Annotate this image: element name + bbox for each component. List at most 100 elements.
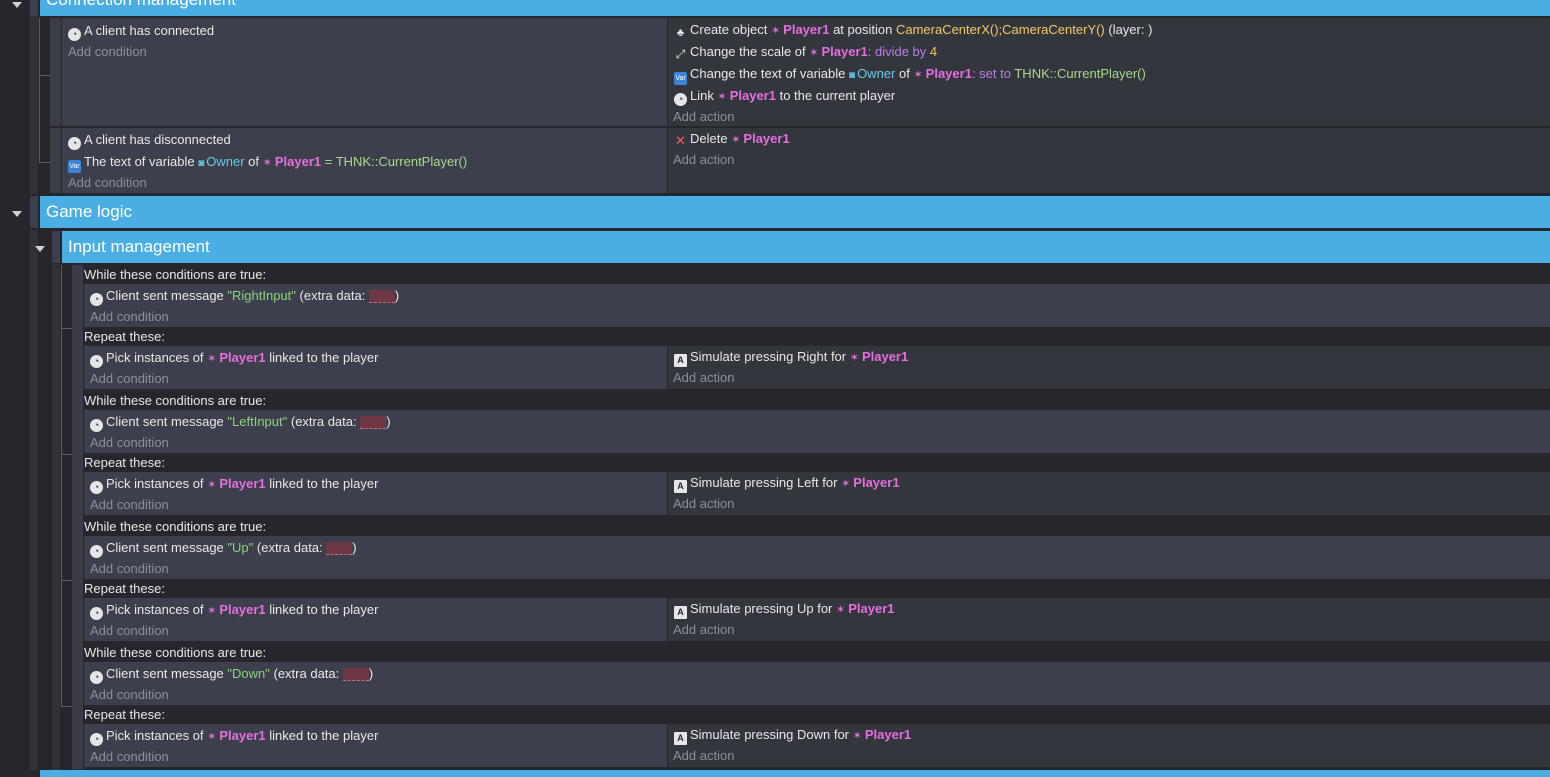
- group-title: Input management: [68, 237, 210, 256]
- condition-text: ): [352, 540, 357, 555]
- scale-icon: ⤢: [675, 47, 686, 61]
- action-row-simulate[interactable]: A Simulate pressing Right for ✶ Player1: [674, 347, 908, 367]
- network-icon: ◔: [90, 671, 103, 684]
- add-action-link[interactable]: Add action: [673, 368, 734, 388]
- add-condition-link[interactable]: Add condition: [90, 747, 169, 767]
- add-condition-link[interactable]: Add condition: [90, 559, 169, 579]
- collapse-arrow-icon[interactable]: [12, 2, 22, 8]
- add-condition-link[interactable]: Add condition: [90, 495, 169, 515]
- operator: : divide by: [867, 44, 927, 59]
- add-condition-link[interactable]: Add condition: [90, 685, 169, 705]
- event-handle[interactable]: [72, 265, 83, 391]
- action-row-delete[interactable]: ✕ Delete ✶ Player1: [674, 129, 790, 149]
- group-header-game-logic[interactable]: Game logic: [40, 196, 1550, 228]
- condition-row[interactable]: ◔ Client sent message "Down" (extra data:…: [90, 664, 373, 684]
- add-condition-link[interactable]: Add condition: [68, 173, 147, 193]
- action-row-simulate[interactable]: A Simulate pressing Up for ✶ Player1: [674, 599, 894, 619]
- add-action-link[interactable]: Add action: [673, 107, 734, 127]
- action-text: Delete: [690, 131, 728, 146]
- delete-icon: ✕: [675, 133, 686, 148]
- sprite-icon: ✶: [207, 605, 217, 617]
- condition-row[interactable]: ◔ Client sent message "RightInput" (extra…: [90, 286, 399, 306]
- event-handle[interactable]: [50, 128, 61, 193]
- event-handle[interactable]: [50, 18, 61, 126]
- action-text: Simulate pressing: [690, 727, 794, 742]
- group-header-input[interactable]: Input management: [62, 231, 1550, 263]
- repeat-label: Repeat these:: [84, 455, 165, 470]
- keyboard-icon: A: [674, 354, 687, 367]
- condition-text: Client sent message: [106, 666, 224, 681]
- condition-row[interactable]: ◔ A client has connected: [68, 21, 214, 41]
- action-row-simulate[interactable]: A Simulate pressing Down for ✶ Player1: [674, 725, 911, 745]
- empty-parameter[interactable]: [326, 542, 353, 556]
- condition-row[interactable]: ◔ A client has disconnected: [68, 130, 231, 150]
- sprite-icon: ✶: [262, 157, 272, 169]
- object-name: Player1: [925, 66, 972, 81]
- event-handle[interactable]: [72, 643, 83, 769]
- event-actions[interactable]: [668, 128, 1550, 193]
- action-row-simulate[interactable]: A Simulate pressing Left for ✶ Player1: [674, 473, 900, 493]
- gutter: [30, 230, 38, 770]
- add-action-link[interactable]: Add action: [673, 746, 734, 766]
- keyboard-icon: A: [674, 606, 687, 619]
- action-row-create[interactable]: ♣ Create object ✶ Player1 at position Came…: [674, 20, 1153, 40]
- collapse-arrow-icon[interactable]: [35, 246, 45, 252]
- object-name: Player1: [853, 475, 900, 490]
- sprite-icon: ✶: [770, 25, 781, 37]
- group-handle[interactable]: [30, 196, 38, 228]
- action-row-link[interactable]: ◔ Link ✶ Player1 to the current player: [674, 86, 895, 106]
- message-name: "LeftInput": [227, 414, 288, 429]
- add-condition-link[interactable]: Add condition: [90, 433, 169, 453]
- sprite-icon: ✶: [207, 731, 217, 743]
- action-text: Create object: [690, 22, 768, 37]
- message-name: "RightInput": [227, 288, 296, 303]
- collapse-arrow-icon[interactable]: [12, 211, 22, 217]
- event-handle[interactable]: [72, 391, 83, 517]
- condition-text: Pick instances of: [106, 476, 204, 491]
- condition-text: of: [248, 154, 259, 169]
- action-text: Simulate pressing: [690, 349, 794, 364]
- expression: CameraCenterX();CameraCenterY(): [895, 22, 1105, 37]
- empty-parameter[interactable]: [368, 290, 395, 304]
- network-icon: ◔: [68, 137, 81, 150]
- sprite-icon: ✶: [809, 47, 819, 59]
- action-row-text[interactable]: Var Change the text of variable ◙ Owner of…: [674, 64, 1146, 85]
- object-name: Player1: [783, 22, 830, 37]
- add-action-link[interactable]: Add action: [673, 150, 734, 170]
- add-condition-link[interactable]: Add condition: [68, 42, 147, 62]
- variable-name: Owner: [206, 154, 245, 169]
- add-action-link[interactable]: Add action: [673, 494, 734, 514]
- group-header-connection[interactable]: Connection management: [40, 0, 1550, 16]
- sprite-icon: ✶: [836, 604, 846, 616]
- add-action-link[interactable]: Add action: [673, 620, 734, 640]
- condition-row[interactable]: ◔ Pick instances of ✶ Player1 linked to th…: [90, 348, 378, 368]
- condition-text: The text of variable: [84, 154, 195, 169]
- empty-parameter[interactable]: [360, 416, 387, 430]
- network-icon: ◔: [90, 545, 103, 558]
- event-handle[interactable]: [72, 517, 83, 643]
- sprite-icon: ✶: [207, 353, 217, 365]
- condition-row[interactable]: ◔ Client sent message "Up" (extra data: ): [90, 538, 357, 558]
- network-icon: ◔: [674, 93, 687, 106]
- condition-text: (extra data:: [290, 414, 357, 429]
- condition-row[interactable]: ◔ Pick instances of ✶ Player1 linked to th…: [90, 600, 378, 620]
- empty-parameter[interactable]: [342, 668, 369, 682]
- expression: THNK::CurrentPlayer(): [1014, 66, 1146, 81]
- condition-row[interactable]: ◔ Pick instances of ✶ Player1 linked to th…: [90, 726, 378, 746]
- condition-text: (extra data:: [256, 540, 323, 555]
- group-handle[interactable]: [30, 0, 38, 16]
- action-text: (layer: ): [1108, 22, 1153, 37]
- condition-text: Client sent message: [106, 414, 224, 429]
- condition-text: linked to the player: [269, 476, 379, 491]
- action-row-scale[interactable]: ⤢ Change the scale of ✶ Player1: divide by…: [674, 42, 937, 62]
- group-header-next[interactable]: [40, 770, 1550, 777]
- gutter: [30, 16, 38, 194]
- group-handle[interactable]: [52, 231, 60, 263]
- add-condition-link[interactable]: Add condition: [90, 621, 169, 641]
- action-text: for: [817, 601, 833, 616]
- condition-row[interactable]: ◔ Client sent message "LeftInput" (extra …: [90, 412, 391, 432]
- condition-row[interactable]: Var The text of variable ◙ Owner of ✶ Playe…: [68, 152, 467, 173]
- add-condition-link[interactable]: Add condition: [90, 307, 169, 327]
- condition-row[interactable]: ◔ Pick instances of ✶ Player1 linked to th…: [90, 474, 378, 494]
- add-condition-link[interactable]: Add condition: [90, 369, 169, 389]
